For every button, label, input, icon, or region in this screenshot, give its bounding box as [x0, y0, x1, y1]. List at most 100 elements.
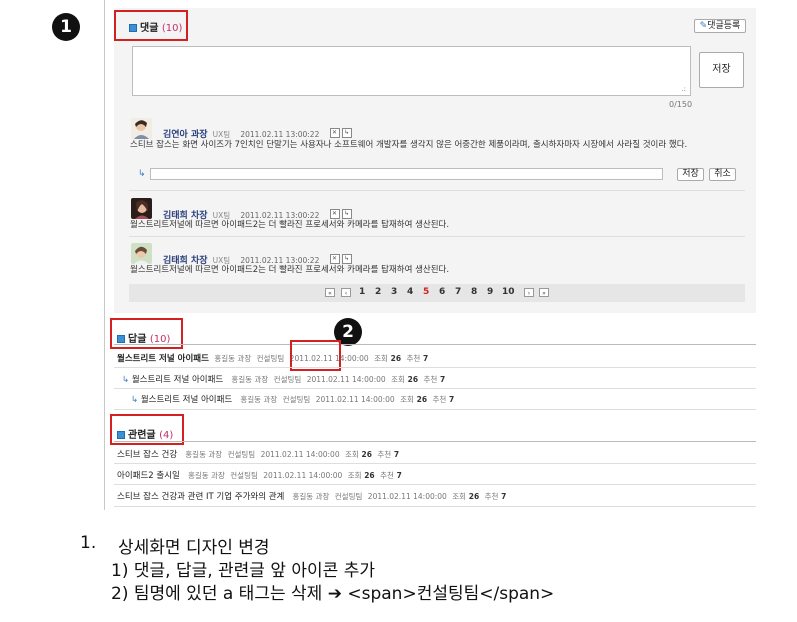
recommend-count: 7 [448, 395, 455, 404]
next-page-icon[interactable]: › [524, 288, 534, 297]
reply-date: 2011.02.11 14:00:00 [315, 395, 395, 404]
reply-title[interactable]: 월스트리트 저널 아이패드 [132, 375, 223, 385]
register-comment-button[interactable]: ✎댓글등록 [694, 19, 746, 33]
reply-title[interactable]: 월스트리트 저널 아이패드 [117, 354, 209, 364]
save-comment-button[interactable]: 저장 [699, 52, 744, 88]
reply-row[interactable]: ↳ 월스트리트 저널 아이패드 홍길동 과장 컨설팅팀 2011.02.11 1… [122, 373, 445, 385]
reply-save-button[interactable]: 저장 [677, 168, 704, 181]
note-line-2: 2) 팀명에 있던 a 태그는 삭제 ➔ <span>컨설팅팀</span> [111, 579, 554, 604]
reply-row[interactable]: 월스트리트 저널 아이패드 홍길동 과장 컨설팅팀 2011.02.11 14:… [117, 352, 428, 364]
related-author: 홍길동 과장 [185, 450, 223, 459]
comment-textarea[interactable]: .: [132, 46, 691, 96]
recommend-label: 추천 [423, 375, 438, 384]
reply-arrow-icon: ↳ [138, 169, 146, 179]
views-label: 조회 [391, 375, 405, 384]
recommend-label: 추천 [484, 492, 499, 501]
page-link[interactable]: 6 [439, 287, 445, 297]
page-link[interactable]: 4 [407, 287, 413, 297]
reply-cancel-button[interactable]: 취소 [709, 168, 736, 181]
views-label: 조회 [345, 450, 359, 459]
related-title-link[interactable]: 스티브 잡스 건강과 관련 IT 기업 주가와의 관계 [117, 492, 284, 502]
delete-icon[interactable]: ✕ [329, 208, 340, 219]
char-counter: 0/150 [669, 100, 693, 109]
related-row[interactable]: 아이패드2 출시일 홍길동 과장 컨설팅팀 2011.02.11 14:00:0… [117, 469, 402, 481]
reply-team: 컨설팅팀 [282, 395, 311, 404]
resize-grip-icon: .: [681, 85, 686, 93]
related-row[interactable]: 스티브 잡스 건강 홍길동 과장 컨설팅팀 2011.02.11 14:00:0… [117, 448, 399, 460]
related-author: 홍길동 과장 [187, 471, 225, 480]
divider [114, 388, 756, 389]
divider [114, 367, 756, 368]
divider [114, 441, 756, 442]
recommend-count: 7 [422, 354, 429, 363]
note-number: 1. [80, 533, 97, 553]
reply-team: 컨설팅팀 [273, 375, 302, 384]
annotation-box-comments-title [114, 10, 188, 41]
related-date: 2011.02.11 14:00:00 [367, 492, 447, 501]
divider [114, 506, 756, 507]
divider [114, 463, 756, 464]
right-arrow-icon: ➔ [327, 584, 342, 604]
recommend-count: 7 [393, 450, 400, 459]
recommend-count: 7 [501, 492, 507, 501]
page-link-current[interactable]: 5 [423, 287, 429, 297]
comment-text: 월스트리트저널에 따르면 아이패드2는 더 빨라진 프로세서와 카메라를 탑재하… [130, 220, 450, 230]
note-line-2-code: <span>컨설팅팀</span> [347, 584, 555, 604]
page-link[interactable]: 1 [359, 287, 365, 297]
related-date: 2011.02.11 14:00:00 [260, 450, 340, 459]
delete-icon[interactable]: ✕ [329, 127, 340, 138]
recommend-label: 추천 [406, 354, 421, 363]
views-label: 조회 [400, 395, 414, 404]
recommend-count: 7 [439, 375, 446, 384]
avatar [131, 243, 152, 264]
reply-icon[interactable]: ↳ [341, 253, 352, 264]
divider [114, 409, 756, 410]
note-heading: 상세화면 디자인 변경 [118, 538, 270, 558]
page-link[interactable]: 2 [375, 287, 381, 297]
recommend-label: 추천 [432, 395, 447, 404]
views-count: 26 [407, 375, 419, 384]
reply-input[interactable] [150, 168, 663, 180]
views-label: 조회 [452, 492, 467, 501]
page-left-border [104, 0, 105, 510]
related-date: 2011.02.11 14:00:00 [263, 471, 343, 480]
reply-author: 홍길동 과장 [240, 395, 278, 404]
recommend-label: 추천 [377, 450, 392, 459]
comment-text: 월스트리트저널에 따르면 아이패드2는 더 빨라진 프로세서와 카메라를 탑재하… [130, 265, 450, 275]
last-page-icon[interactable]: » [539, 288, 549, 297]
reply-title[interactable]: 월스트리트 저널 아이패드 [141, 395, 232, 405]
annotation-badge-1: 1 [52, 13, 80, 41]
reply-icon[interactable]: ↳ [341, 127, 352, 138]
related-title-link[interactable]: 아이패드2 출시일 [117, 471, 180, 481]
page-link[interactable]: 8 [471, 287, 477, 297]
note-line-1-text: 1) 댓글, 답글, 관련글 앞 아이콘 추가 [111, 561, 375, 581]
avatar [131, 198, 152, 219]
divider [129, 190, 745, 191]
related-author: 홍길동 과장 [292, 492, 330, 501]
reply-team: 컨설팅팀 [256, 354, 285, 363]
views-count: 26 [416, 395, 428, 404]
page-link[interactable]: 9 [487, 287, 493, 297]
reply-author: 홍길동 과장 [231, 375, 269, 384]
reply-row[interactable]: ↳ 월스트리트 저널 아이패드 홍길동 과장 컨설팅팀 2011.02.11 1… [131, 393, 454, 405]
related-row[interactable]: 스티브 잡스 건강과 관련 IT 기업 주가와의 관계 홍길동 과장 컨설팅팀 … [117, 490, 506, 502]
pagination: « ‹ 1 2 3 4 5 6 7 8 9 10 › » [129, 284, 745, 302]
divider [129, 236, 745, 237]
comment-text: 스티브 잡스는 화면 사이즈가 7인치인 단말기는 사용자나 소프트웨어 개발자… [130, 140, 688, 150]
first-page-icon[interactable]: « [325, 288, 335, 297]
page-link[interactable]: 7 [455, 287, 461, 297]
divider [114, 344, 756, 345]
page-link[interactable]: 3 [391, 287, 397, 297]
views-count: 26 [364, 471, 375, 480]
page-link[interactable]: 10 [502, 287, 515, 297]
related-title-link[interactable]: 스티브 잡스 건강 [117, 450, 177, 460]
prev-page-icon[interactable]: ‹ [341, 288, 351, 297]
delete-icon[interactable]: ✕ [329, 253, 340, 264]
related-team: 컨설팅팀 [230, 471, 258, 480]
register-comment-label: 댓글등록 [707, 21, 741, 31]
note-line-1: 1) 댓글, 답글, 관련글 앞 아이콘 추가 [111, 556, 375, 581]
reply-icon[interactable]: ↳ [341, 208, 352, 219]
related-team: 컨설팅팀 [334, 492, 363, 501]
recommend-count: 7 [396, 471, 402, 480]
views-label: 조회 [374, 354, 388, 363]
